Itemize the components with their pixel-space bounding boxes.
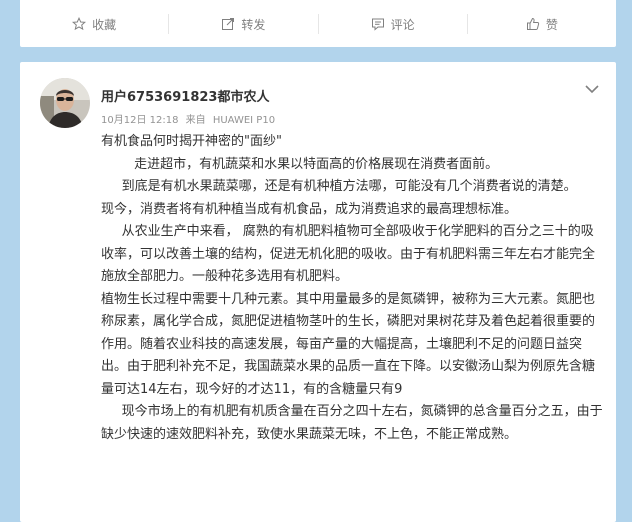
post-paragraph: 现今，消费者将有机种植当成有机食品，成为消费追求的最高理想标准。 [101, 201, 518, 217]
comment-button[interactable]: 评论 [319, 14, 468, 34]
post-paragraph: 走进超市，有机蔬菜和水果以特面高的价格展现在消费者面前。 [101, 156, 499, 172]
star-icon [72, 17, 87, 31]
post-paragraph: 有机食品何时揭开神密的"面纱" [101, 134, 282, 149]
post-card: 用户6753691823都市农人 10月12日 12:18 来自 HUAWEI … [20, 62, 616, 522]
post-meta: 10月12日 12:18 来自 HUAWEI P10 [101, 111, 279, 126]
post-text: 有机食品何时揭开神密的"面纱" 走进超市，有机蔬菜和水果以特面高的价格展现在消费… [101, 131, 606, 446]
repost-button[interactable]: 转发 [169, 14, 319, 34]
chevron-down-icon [585, 85, 599, 94]
post-action-bar: 收藏 转发 评论 赞 [20, 14, 616, 34]
post-paragraph: 植物生长过程中需要十几种元素。其中用量最多的是氮磷钾，被称为三大元素。氮肥也称尿… [101, 291, 596, 397]
avatar[interactable] [40, 78, 90, 128]
previous-post-card: 收藏 转发 评论 赞 [20, 0, 616, 47]
post-paragraph: 到底是有机水果蔬菜哪，还是有机种植方法哪，可能没有几个消费者说的清楚。 [101, 179, 577, 194]
like-button[interactable]: 赞 [468, 14, 616, 34]
favorite-button[interactable]: 收藏 [20, 14, 170, 34]
repost-icon [222, 18, 235, 30]
avatar-photo [40, 78, 90, 128]
comment-label: 评论 [390, 17, 415, 32]
comment-icon [371, 18, 384, 31]
source-device[interactable]: HUAWEI P10 [213, 115, 275, 126]
post-menu-button[interactable] [584, 80, 600, 99]
repost-label: 转发 [241, 17, 266, 32]
post-date[interactable]: 10月12日 12:18 [101, 115, 178, 126]
post-paragraph: 从农业生产中来看， 腐熟的有机肥料植物可全部吸收于化学肥料的百分之三十的吸收率，… [101, 224, 596, 284]
username[interactable]: 用户6753691823都市农人 [101, 86, 269, 105]
source-prefix: 来自 [185, 115, 206, 126]
thumbs-up-icon [526, 17, 540, 30]
post-paragraph: 现今市场上的有机肥有机质含量在百分之四十左右，氮磷钾的总含量百分之五，由于缺少快… [101, 404, 603, 442]
favorite-label: 收藏 [92, 17, 117, 32]
like-label: 赞 [545, 17, 558, 32]
